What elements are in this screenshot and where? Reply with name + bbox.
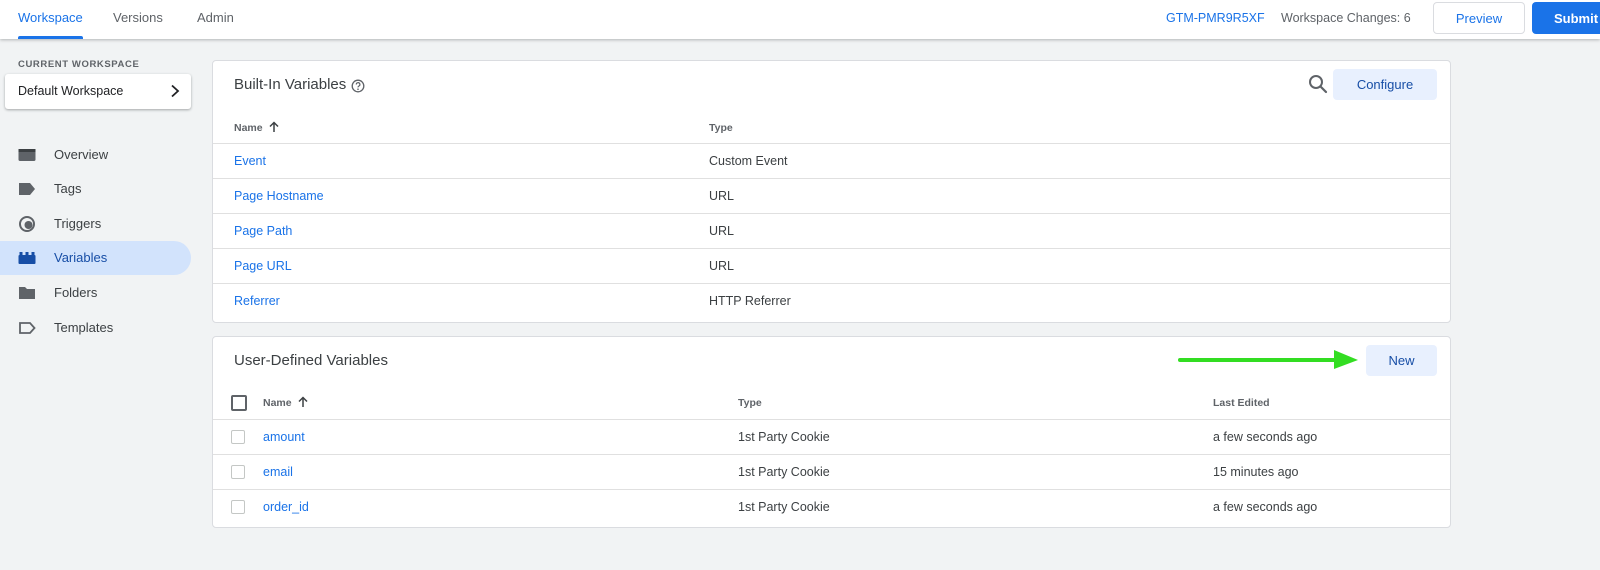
- variable-name-link[interactable]: amount: [263, 430, 305, 444]
- variable-type: 1st Party Cookie: [738, 465, 830, 479]
- row-checkbox[interactable]: [231, 465, 245, 479]
- overview-icon: [18, 149, 36, 161]
- template-icon: [19, 322, 36, 334]
- chevron-right-icon: [171, 84, 180, 98]
- workspace-changes-count: Workspace Changes: 6: [1281, 11, 1411, 25]
- variable-name-link[interactable]: Referrer: [234, 294, 280, 308]
- help-icon[interactable]: [351, 79, 365, 93]
- last-edited: a few seconds ago: [1213, 430, 1318, 444]
- table-row: Event Custom Event: [213, 143, 1450, 178]
- table-row: order_id 1st Party Cookie a few seconds …: [213, 489, 1450, 524]
- sort-ascending-icon[interactable]: [268, 121, 280, 133]
- variable-type: URL: [709, 224, 735, 238]
- sidebar-item-label: Triggers: [54, 216, 102, 231]
- tab-admin[interactable]: Admin: [197, 0, 234, 39]
- variable-type: 1st Party Cookie: [738, 500, 830, 514]
- table-row: Referrer HTTP Referrer: [213, 283, 1450, 318]
- submit-button[interactable]: Submit: [1532, 2, 1600, 34]
- last-edited: a few seconds ago: [1213, 500, 1318, 514]
- sidebar-item-label: Folders: [54, 285, 98, 300]
- table-row: email 1st Party Cookie 15 minutes ago: [213, 454, 1450, 489]
- workspace-name: Default Workspace: [18, 84, 124, 98]
- sidebar-item-folders[interactable]: Folders: [0, 276, 191, 310]
- tag-icon: [19, 183, 35, 195]
- variable-name-link[interactable]: order_id: [263, 500, 309, 514]
- tab-versions[interactable]: Versions: [113, 0, 163, 39]
- tab-workspace[interactable]: Workspace: [18, 0, 83, 39]
- select-all-checkbox[interactable]: [231, 395, 247, 411]
- variable-type: URL: [709, 189, 735, 203]
- sidebar-item-label: Templates: [54, 320, 114, 335]
- new-variable-button[interactable]: New: [1366, 345, 1437, 376]
- row-checkbox[interactable]: [231, 430, 245, 444]
- sidebar-item-overview[interactable]: Overview: [0, 138, 191, 172]
- sidebar-item-triggers[interactable]: Triggers: [0, 207, 191, 241]
- variables-icon: [18, 252, 36, 264]
- variable-name-link[interactable]: email: [263, 465, 293, 479]
- column-header-name[interactable]: Name: [263, 397, 292, 409]
- annotation-arrow-icon: [1178, 350, 1358, 369]
- table-row: amount 1st Party Cookie a few seconds ag…: [213, 419, 1450, 454]
- table-row: Page Hostname URL: [213, 178, 1450, 213]
- row-checkbox[interactable]: [231, 500, 245, 514]
- sidebar-item-templates[interactable]: Templates: [0, 311, 191, 345]
- sidebar-item-label: Overview: [54, 147, 109, 162]
- column-header-name[interactable]: Name: [234, 122, 263, 134]
- last-edited: 15 minutes ago: [1213, 465, 1299, 479]
- sidebar-item-label: Tags: [54, 181, 82, 196]
- preview-button[interactable]: Preview: [1433, 2, 1525, 34]
- sidebar-item-variables[interactable]: Variables: [0, 241, 191, 275]
- folder-icon: [19, 287, 35, 299]
- current-workspace-label: CURRENT WORKSPACE: [18, 59, 140, 70]
- column-header-type: Type: [709, 122, 733, 134]
- variable-type: Custom Event: [709, 154, 788, 168]
- top-bar: Workspace Versions Admin GTM-PMR9R5XF Wo…: [0, 0, 1600, 39]
- trigger-icon: [19, 216, 35, 232]
- variable-type: HTTP Referrer: [709, 294, 791, 308]
- variable-name-link[interactable]: Page URL: [234, 259, 292, 273]
- search-icon[interactable]: [1307, 73, 1329, 95]
- variable-name-link[interactable]: Page Hostname: [234, 189, 324, 203]
- sort-ascending-icon[interactable]: [297, 396, 309, 408]
- variable-name-link[interactable]: Event: [234, 154, 266, 168]
- sidebar-item-tags[interactable]: Tags: [0, 172, 191, 206]
- container-id-link[interactable]: GTM-PMR9R5XF: [1166, 11, 1265, 25]
- configure-button[interactable]: Configure: [1333, 69, 1437, 100]
- builtin-variables-card: Built-In Variables Configure Name Type E…: [212, 60, 1451, 323]
- column-header-type: Type: [738, 397, 762, 409]
- column-header-last-edited: Last Edited: [1213, 397, 1270, 409]
- builtin-variables-title: Built-In Variables: [234, 76, 347, 93]
- variable-type: 1st Party Cookie: [738, 430, 830, 444]
- user-defined-variables-title: User-Defined Variables: [234, 352, 388, 369]
- variable-type: URL: [709, 259, 735, 273]
- table-row: Page Path URL: [213, 213, 1450, 248]
- variable-name-link[interactable]: Page Path: [234, 224, 292, 238]
- workspace-selector[interactable]: Default Workspace: [5, 74, 191, 109]
- table-row: Page URL URL: [213, 248, 1450, 283]
- sidebar-item-label: Variables: [54, 250, 108, 265]
